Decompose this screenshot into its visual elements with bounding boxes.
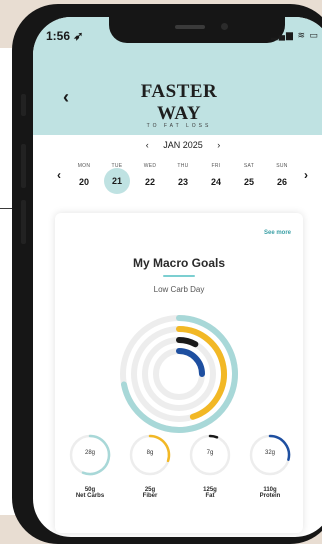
volume-down-button — [21, 200, 26, 244]
calendar-day-20[interactable]: MON 20 — [71, 163, 97, 187]
day-of-week-label: THU — [177, 163, 189, 169]
month-label: JAN 2025 — [163, 140, 203, 150]
day-number-wrap: 21 — [104, 168, 130, 194]
prev-week-button[interactable]: ‹ — [57, 168, 61, 182]
day-number-wrap: 23 — [170, 177, 196, 187]
day-number: 20 — [78, 177, 89, 187]
day-number: 24 — [210, 177, 221, 187]
ring-progress-3 — [176, 348, 205, 377]
macro-rings-chart — [120, 315, 238, 433]
macro-consumed-value: 28g — [84, 450, 95, 456]
day-of-week-label: FRI — [211, 163, 221, 169]
logo-main-text: FASTER WAY — [140, 81, 218, 124]
logo-sub-text: TO FAT LOSS — [146, 123, 212, 129]
status-time: 1:56 ➶ — [46, 29, 84, 43]
day-number-wrap: 22 — [137, 177, 163, 187]
macro-ring-progress — [208, 434, 219, 439]
camera — [221, 23, 228, 30]
next-week-button[interactable]: › — [304, 168, 308, 182]
calendar-day-21[interactable]: TUE 21 — [104, 163, 130, 194]
macro-ring-progress — [268, 434, 291, 461]
next-month-button[interactable]: › — [217, 140, 220, 150]
day-number: 21 — [111, 176, 122, 186]
macro-consumed-value: 7g — [206, 450, 214, 456]
day-of-week-label: SUN — [276, 163, 288, 169]
calendar-day-25[interactable]: SAT 25 — [236, 163, 262, 187]
macro-name: Fiber — [142, 493, 158, 499]
macro-consumed-value: 32g — [264, 450, 275, 456]
day-number-wrap: 20 — [71, 177, 97, 187]
day-of-week-label: MON — [77, 163, 91, 169]
app-logo: FASTER WAY TO FAT LOSS — [119, 81, 239, 129]
calendar-day-22[interactable]: WED 22 — [137, 163, 163, 187]
macro-net-carbs: 28g 50g Net Carbs — [67, 433, 113, 499]
prev-month-button[interactable]: ‹ — [146, 140, 149, 150]
day-number: 22 — [144, 177, 155, 187]
macro-consumed-value: 8g — [146, 450, 154, 456]
status-icons: ▂▄▆ ≋ ▭ — [270, 30, 319, 40]
day-of-week-label: SAT — [243, 163, 255, 169]
title-underline — [163, 275, 195, 277]
notch — [109, 17, 285, 43]
day-of-week-label: WED — [143, 163, 157, 169]
calendar-day-24[interactable]: FRI 24 — [203, 163, 229, 187]
day-number: 26 — [276, 177, 287, 187]
phone-screen: 1:56 ➶ ▂▄▆ ≋ ▭ ‹ FASTER WAY TO FAT LOSS … — [33, 17, 322, 537]
macro-goals-card: See more My Macro Goals Low Carb Day 28g… — [55, 213, 303, 533]
day-number-wrap: 24 — [203, 177, 229, 187]
calendar-day-23[interactable]: THU 23 — [170, 163, 196, 187]
day-number: 25 — [243, 177, 254, 187]
macro-fat: 7g 125g Fat — [187, 433, 233, 499]
mute-switch — [21, 94, 26, 116]
macro-fiber: 8g 25g Fiber — [127, 433, 173, 499]
macro-name: Fat — [205, 493, 215, 499]
day-type-label: Low Carb Day — [153, 285, 205, 294]
card-title: My Macro Goals — [132, 256, 226, 270]
calendar-day-26[interactable]: SUN 26 — [269, 163, 295, 187]
macro-name: Protein — [259, 493, 281, 499]
day-number-wrap: 26 — [269, 177, 295, 187]
day-number-wrap: 25 — [236, 177, 262, 187]
ring-progress-2 — [176, 337, 199, 348]
month-selector: ‹ JAN 2025 › — [33, 140, 322, 150]
volume-up-button — [21, 144, 26, 188]
day-number: 23 — [177, 177, 188, 187]
phone-frame: 1:56 ➶ ▂▄▆ ≋ ▭ ‹ FASTER WAY TO FAT LOSS … — [12, 4, 322, 544]
speaker — [175, 25, 205, 29]
back-button[interactable]: ‹ — [63, 88, 69, 106]
macro-ring-progress — [148, 434, 171, 463]
see-more-link[interactable]: See more — [264, 230, 291, 236]
macro-name: Net Carbs — [75, 493, 105, 499]
macro-protein: 32g 110g Protein — [247, 433, 293, 499]
